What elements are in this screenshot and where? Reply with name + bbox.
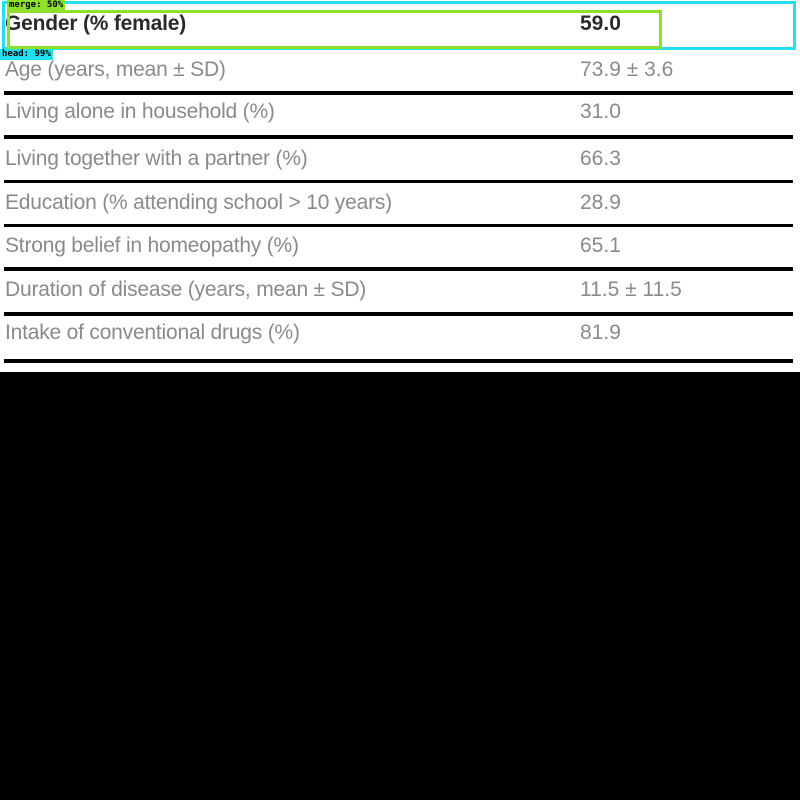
table-row: Intake of conventional drugs (%) 81.9 — [0, 313, 800, 357]
table-row: Living alone in household (%) 31.0 — [0, 92, 800, 136]
characteristics-table: Gender (% female) 59.0 Age (years, mean … — [0, 0, 800, 372]
table-row: Duration of disease (years, mean ± SD) 1… — [0, 270, 800, 314]
merge-detection-label: merge: 50% — [7, 0, 66, 11]
row-value: 11.5 ± 11.5 — [580, 278, 682, 301]
row-label: Living alone in household (%) — [5, 100, 275, 123]
head-detection-label: head: 99% — [0, 49, 53, 60]
table-row: Gender (% female) 59.0 — [0, 4, 800, 48]
row-label: Intake of conventional drugs (%) — [5, 321, 300, 344]
table-bottom-rule — [4, 359, 793, 363]
screenshot-canvas: Gender (% female) 59.0 Age (years, mean … — [0, 0, 800, 800]
row-value: 81.9 — [580, 321, 621, 344]
table-row: Age (years, mean ± SD) 73.9 ± 3.6 — [0, 50, 800, 94]
row-label: Living together with a partner (%) — [5, 147, 308, 170]
row-value: 65.1 — [580, 234, 621, 257]
row-label: Duration of disease (years, mean ± SD) — [5, 278, 367, 301]
row-label: Strong belief in homeopathy (%) — [5, 234, 299, 257]
row-value: 28.9 — [580, 191, 621, 214]
row-value: 59.0 — [580, 12, 621, 35]
row-value: 66.3 — [580, 147, 621, 170]
table-row: Education (% attending school > 10 years… — [0, 183, 800, 227]
table-row: Living together with a partner (%) 66.3 — [0, 139, 800, 183]
row-value: 73.9 ± 3.6 — [580, 58, 674, 81]
table-row: Strong belief in homeopathy (%) 65.1 — [0, 226, 800, 270]
row-label: Education (% attending school > 10 years… — [5, 191, 392, 214]
row-value: 31.0 — [580, 100, 621, 123]
